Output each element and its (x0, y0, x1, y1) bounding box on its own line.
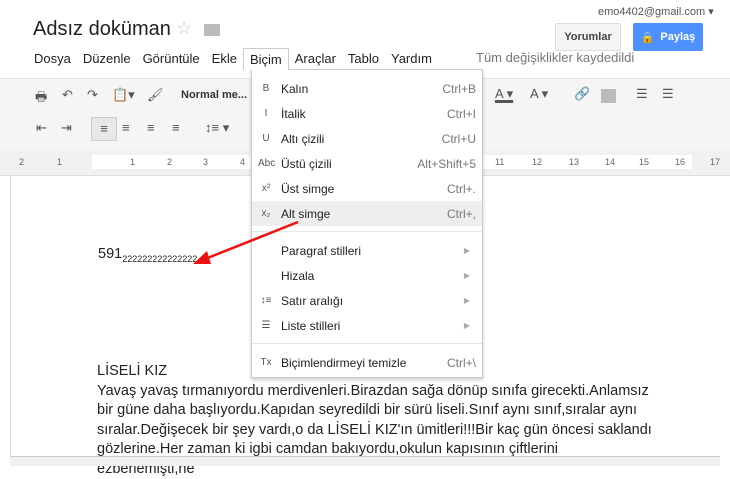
annotation-arrow (0, 0, 730, 466)
